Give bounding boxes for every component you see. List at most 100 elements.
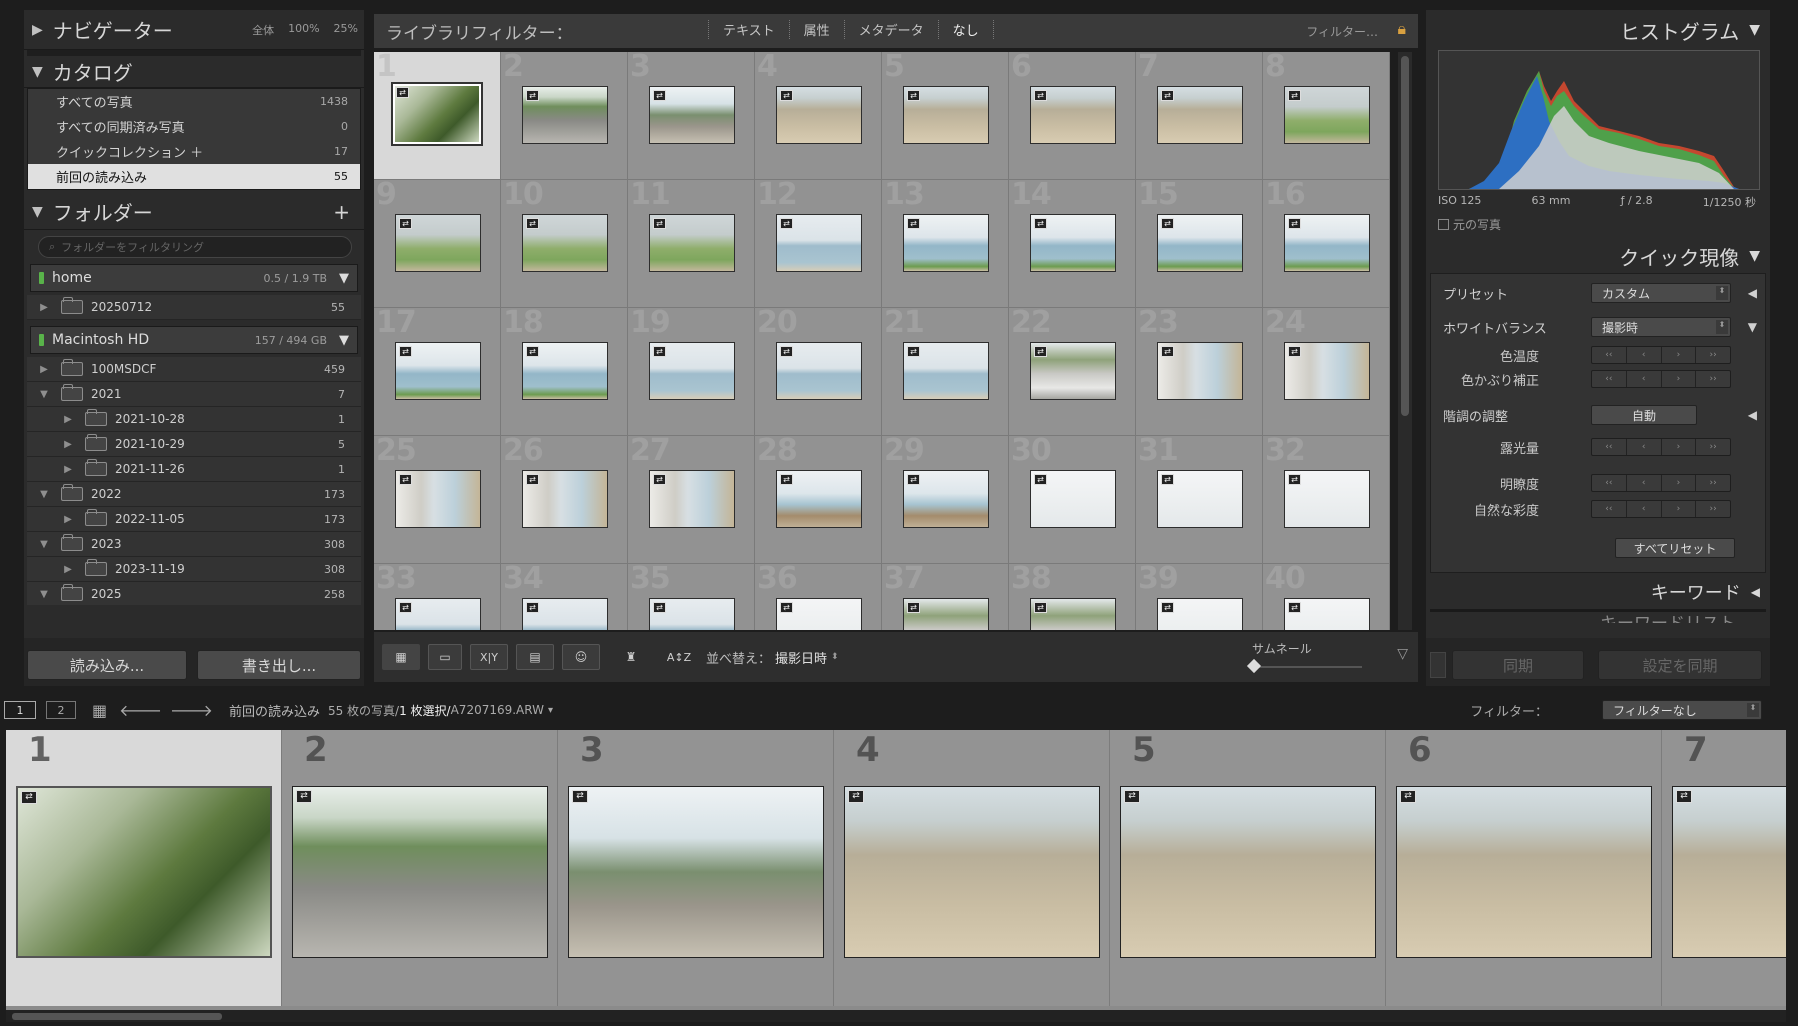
photo-thumbnail[interactable]: ⇄ (776, 86, 862, 144)
edit-badge-icon[interactable]: ⇄ (1034, 90, 1047, 101)
export-button[interactable]: 書き出し... (197, 650, 361, 680)
step-up[interactable]: › (1662, 501, 1697, 517)
grid-cell[interactable]: 11 ⇄ (628, 177, 755, 308)
disclosure-icon[interactable]: ▼ (37, 539, 51, 550)
photo-thumbnail[interactable]: ⇄ (1030, 214, 1116, 272)
people-view-icon[interactable]: ☺ (562, 644, 600, 670)
disclosure-icon[interactable]: ▶ (37, 364, 51, 375)
edit-badge-icon[interactable]: ⇄ (572, 790, 588, 803)
edit-badge-icon[interactable]: ⇄ (1034, 346, 1047, 357)
step-up-large[interactable]: ›› (1696, 439, 1730, 455)
photo-thumbnail[interactable]: ⇄ (649, 214, 735, 272)
step-up[interactable]: › (1662, 475, 1697, 491)
photo-thumbnail[interactable]: ⇄ (649, 342, 735, 400)
thumbnail-size-slider[interactable] (1246, 658, 1362, 674)
photo-thumbnail[interactable]: ⇄ (522, 86, 608, 144)
edit-badge-icon[interactable]: ⇄ (1288, 346, 1301, 357)
edit-badge-icon[interactable]: ⇄ (653, 218, 666, 229)
edit-badge-icon[interactable]: ⇄ (1288, 474, 1301, 485)
disclosure-icon[interactable]: ▶ (61, 464, 75, 475)
lock-icon[interactable]: 🔒︎ (1397, 19, 1406, 39)
filter-tab-attribute[interactable]: 属性 (788, 20, 844, 39)
photo-thumbnail[interactable]: ⇄ (649, 86, 735, 144)
edit-badge-icon[interactable]: ⇄ (1161, 474, 1174, 485)
step-down-large[interactable]: ‹‹ (1592, 501, 1627, 517)
sort-direction-icon[interactable]: A↕Z (660, 644, 698, 670)
photo-thumbnail[interactable]: ⇄ (776, 598, 862, 630)
step-down[interactable]: ‹ (1627, 439, 1662, 455)
edit-badge-icon[interactable]: ⇄ (296, 790, 312, 803)
photo-thumbnail[interactable]: ⇄ (395, 342, 481, 400)
zoom-fit[interactable]: 全体 (252, 22, 274, 38)
photo-thumbnail[interactable]: ⇄ (1284, 470, 1370, 528)
edit-badge-icon[interactable]: ⇄ (780, 474, 793, 485)
grid-cell[interactable]: 24 ⇄ (1263, 305, 1390, 436)
edit-badge-icon[interactable]: ⇄ (907, 218, 920, 229)
edit-badge-icon[interactable]: ⇄ (907, 90, 920, 101)
edit-badge-icon[interactable]: ⇄ (780, 602, 793, 613)
photo-thumbnail[interactable]: ⇄ (776, 470, 862, 528)
grid-cell[interactable]: 9 ⇄ (374, 177, 501, 308)
edit-badge-icon[interactable]: ⇄ (848, 790, 864, 803)
folders-header[interactable]: ▼ フォルダー + (24, 194, 364, 230)
step-down-large[interactable]: ‹‹ (1592, 347, 1627, 363)
step-down-large[interactable]: ‹‹ (1592, 475, 1627, 491)
photo-thumbnail[interactable]: ⇄ (1284, 598, 1370, 630)
filmstrip-cell[interactable]: 6 ⇄ (1386, 730, 1662, 1006)
photo-thumbnail[interactable]: ⇄ (395, 470, 481, 528)
step-up-large[interactable]: ›› (1696, 475, 1730, 491)
edit-badge-icon[interactable]: ⇄ (780, 346, 793, 357)
edit-badge-icon[interactable]: ⇄ (1034, 474, 1047, 485)
photo-thumbnail[interactable]: ⇄ (1157, 342, 1243, 400)
filmstrip-thumbnail[interactable]: ⇄ (1672, 786, 1786, 958)
catalog-item[interactable]: 前回の読み込み 55 (28, 164, 360, 189)
disclosure-icon[interactable]: ▼ (37, 589, 51, 600)
filter-preset-dropdown[interactable]: フィルター… (1306, 23, 1378, 40)
edit-badge-icon[interactable]: ⇄ (399, 346, 412, 357)
forward-arrow-icon[interactable]: 🡒 (170, 700, 213, 720)
toolbar-menu-icon[interactable]: ▽ (1397, 646, 1408, 662)
edit-badge-icon[interactable]: ⇄ (1161, 602, 1174, 613)
edit-badge-icon[interactable]: ⇄ (653, 346, 666, 357)
grid-cell[interactable]: 12 ⇄ (755, 177, 882, 308)
photo-thumbnail[interactable]: ⇄ (522, 214, 608, 272)
photo-thumbnail[interactable]: ⇄ (1284, 214, 1370, 272)
edit-badge-icon[interactable]: ⇄ (653, 602, 666, 613)
grid-cell[interactable]: 5 ⇄ (882, 52, 1009, 180)
grid-cell[interactable]: 7 ⇄ (1136, 52, 1263, 180)
grid-cell[interactable]: 40 ⇄ (1263, 561, 1390, 630)
quick-develop-header[interactable]: クイック現像 ▼ (1426, 239, 1770, 273)
grid-cell[interactable]: 10 ⇄ (501, 177, 628, 308)
navigator-zoom-options[interactable]: 全体 100% 25% (252, 22, 358, 38)
photo-thumbnail[interactable]: ⇄ (903, 470, 989, 528)
edit-badge-icon[interactable]: ⇄ (1161, 346, 1174, 357)
tint-stepper[interactable]: ‹‹ ‹ › ›› (1591, 370, 1731, 388)
folder-search-input[interactable]: ⌕ フォルダーをフィルタリング (38, 236, 352, 258)
photo-thumbnail[interactable]: ⇄ (1030, 598, 1116, 630)
step-up-large[interactable]: ›› (1696, 371, 1730, 387)
edit-badge-icon[interactable]: ⇄ (1161, 218, 1174, 229)
filmstrip-thumbnail[interactable]: ⇄ (844, 786, 1100, 958)
grid-cell[interactable]: 3 ⇄ (628, 52, 755, 180)
disclosure-icon[interactable]: ▶ (61, 514, 75, 525)
edit-badge-icon[interactable]: ⇄ (1288, 602, 1301, 613)
filter-tab-metadata[interactable]: メタデータ (843, 20, 938, 39)
grid-cell[interactable]: 34 ⇄ (501, 561, 628, 630)
photo-thumbnail[interactable]: ⇄ (522, 470, 608, 528)
disclosure-icon[interactable]: ▶ (61, 439, 75, 450)
step-down[interactable]: ‹ (1627, 347, 1662, 363)
folder-row[interactable]: ▶ 100MSDCF 459 (27, 357, 361, 382)
filmstrip-filter-dropdown[interactable]: フィルターなし ⬍ (1602, 700, 1762, 720)
edit-badge-icon[interactable]: ⇄ (780, 90, 793, 101)
auto-tone-button[interactable]: 自動 (1591, 405, 1697, 425)
step-down-large[interactable]: ‹‹ (1592, 371, 1627, 387)
catalog-item[interactable]: クイックコレクション ＋ 17 (28, 139, 360, 164)
grid-cell[interactable]: 22 ⇄ (1009, 305, 1136, 436)
catalog-item[interactable]: すべての同期済み写真 0 (28, 114, 360, 139)
grid-cell[interactable]: 2 ⇄ (501, 52, 628, 180)
edit-badge-icon[interactable]: ⇄ (1288, 218, 1301, 229)
filmstrip-thumbnail[interactable]: ⇄ (1396, 786, 1652, 958)
collapse-down-icon[interactable]: ▼ (1748, 320, 1757, 334)
catalog-item[interactable]: すべての写真 1438 (28, 89, 360, 114)
volume-menu-icon[interactable]: ▼ (339, 271, 349, 286)
